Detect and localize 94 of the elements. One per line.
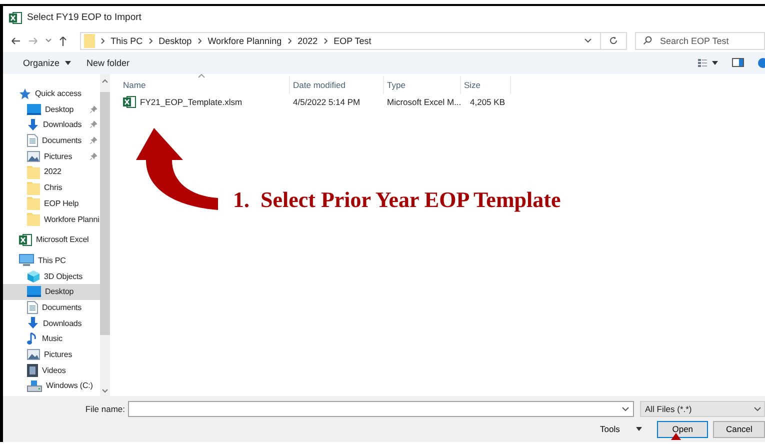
view-options-icon[interactable] xyxy=(698,58,718,67)
caret-icon xyxy=(64,60,71,65)
music-note-icon xyxy=(27,332,38,346)
field-label: File name: xyxy=(84,404,126,414)
chevron-right-icon xyxy=(198,38,202,44)
nav-item[interactable]: Pictures xyxy=(3,148,100,164)
nav-item[interactable]: Downloads xyxy=(3,315,100,332)
tools-button[interactable]: Tools xyxy=(600,424,642,434)
window-title: Select FY19 EOP to Import xyxy=(27,12,142,24)
drive-icon xyxy=(27,380,42,392)
table-cell-text: 4/5/2022 5:14 PM xyxy=(292,96,362,107)
organize-button[interactable]: Organize xyxy=(19,56,75,70)
nav-item[interactable]: Workfore Planni xyxy=(3,211,100,227)
film-icon xyxy=(27,364,38,377)
breadcrumb[interactable]: Workfore Planning xyxy=(208,36,282,46)
nav-item[interactable]: Windows (C:) xyxy=(3,378,100,394)
folder-icon xyxy=(84,34,95,48)
dropdown-chevron-icon[interactable] xyxy=(584,38,592,44)
file-name[interactable]: FY21_EOP_Template.xlsm xyxy=(120,96,290,108)
sort-caret-icon xyxy=(198,74,205,78)
desktop-icon xyxy=(27,104,41,115)
column-header[interactable]: Size xyxy=(461,76,511,94)
nav-item[interactable]: Chris xyxy=(3,180,100,196)
download-icon xyxy=(27,118,39,131)
picture-icon xyxy=(27,150,40,162)
nav-item[interactable]: Pictures xyxy=(3,346,100,362)
download-icon xyxy=(27,317,39,330)
chevron-down-icon xyxy=(754,406,761,411)
nav-item[interactable]: Quick access xyxy=(3,86,100,102)
pin-icon xyxy=(90,152,97,160)
chevron-right-icon xyxy=(288,38,292,44)
column-header[interactable]: Date modified xyxy=(290,76,384,94)
chevron-right-icon xyxy=(100,38,105,44)
column-header[interactable]: Type xyxy=(384,76,461,94)
picture-icon xyxy=(27,349,40,360)
table-cell-text: 4,205 KB xyxy=(469,96,506,107)
pin-icon xyxy=(90,121,97,128)
file-name-field[interactable] xyxy=(128,400,634,417)
new-folder-button[interactable]: New folder xyxy=(82,56,134,70)
nav-item[interactable]: Documents xyxy=(3,132,100,148)
nav-item[interactable]: EOP Help xyxy=(3,196,100,212)
breadcrumb[interactable]: EOP Test xyxy=(334,36,372,46)
address-field[interactable]: This PC Desktop Workfore Planning 2022 EOP Test xyxy=(80,32,602,50)
nav-item[interactable]: Microsoft Excel xyxy=(3,232,100,248)
chevron-down-icon[interactable] xyxy=(45,38,52,44)
table-cell-text: Microsoft Excel M... xyxy=(386,96,461,107)
breadcrumb[interactable]: 2022 xyxy=(298,36,318,46)
chevron-right-icon xyxy=(148,38,153,44)
folder-icon xyxy=(27,196,40,210)
nav-item[interactable]: 2022 xyxy=(3,164,100,180)
scroll-up-icon[interactable] xyxy=(102,78,108,83)
nav-item[interactable]: 3D Objects xyxy=(3,268,100,284)
preview-pane-icon[interactable] xyxy=(732,58,744,68)
search-icon xyxy=(643,36,652,46)
nav-item[interactable]: Downloads xyxy=(3,117,100,133)
chevron-down-icon xyxy=(622,406,629,411)
nav-item[interactable]: Desktop xyxy=(3,101,100,118)
folder-icon xyxy=(27,212,40,226)
dialog-button[interactable]: Open xyxy=(656,420,708,438)
refresh-icon[interactable] xyxy=(609,36,618,46)
monitor-icon xyxy=(19,254,34,266)
chevron-right-icon xyxy=(324,38,328,44)
nav-item[interactable]: Desktop xyxy=(3,284,100,300)
pin-icon xyxy=(90,137,97,144)
folder-icon xyxy=(27,164,40,179)
arrow-tip-icon xyxy=(671,433,681,440)
document-icon xyxy=(27,134,38,148)
cube-icon xyxy=(27,270,40,283)
search-field[interactable]: Search EOP Test xyxy=(635,32,765,50)
nav-item[interactable]: This PC xyxy=(3,252,100,268)
scroll-down-icon[interactable] xyxy=(102,389,108,394)
excel-icon xyxy=(123,96,136,108)
breadcrumb[interactable]: This PC xyxy=(110,36,143,46)
back-arrow-icon[interactable] xyxy=(11,36,21,45)
nav-item[interactable]: Videos xyxy=(3,362,100,378)
help-icon[interactable] xyxy=(758,58,765,68)
annotation-text: 1. Select Prior Year EOP Template xyxy=(233,186,561,213)
breadcrumb[interactable]: Desktop xyxy=(158,36,192,46)
forward-arrow-icon[interactable] xyxy=(28,36,38,45)
column-header[interactable]: Name xyxy=(120,76,290,94)
excel-icon xyxy=(9,12,22,24)
caret-icon xyxy=(636,427,642,432)
excel-icon xyxy=(19,234,32,246)
nav-item[interactable]: Documents xyxy=(3,300,100,316)
star-icon xyxy=(19,88,31,100)
file-type-dropdown[interactable]: All Files (*.*) xyxy=(640,400,765,417)
pin-icon xyxy=(90,106,97,113)
up-arrow-icon[interactable] xyxy=(59,36,67,46)
nav-item[interactable]: Music xyxy=(3,331,100,347)
desktop-icon xyxy=(27,286,41,298)
scrollbar-thumb[interactable] xyxy=(100,92,110,335)
dialog-button[interactable]: Cancel xyxy=(713,420,765,438)
folder-icon xyxy=(27,180,40,195)
document-icon xyxy=(27,300,38,314)
